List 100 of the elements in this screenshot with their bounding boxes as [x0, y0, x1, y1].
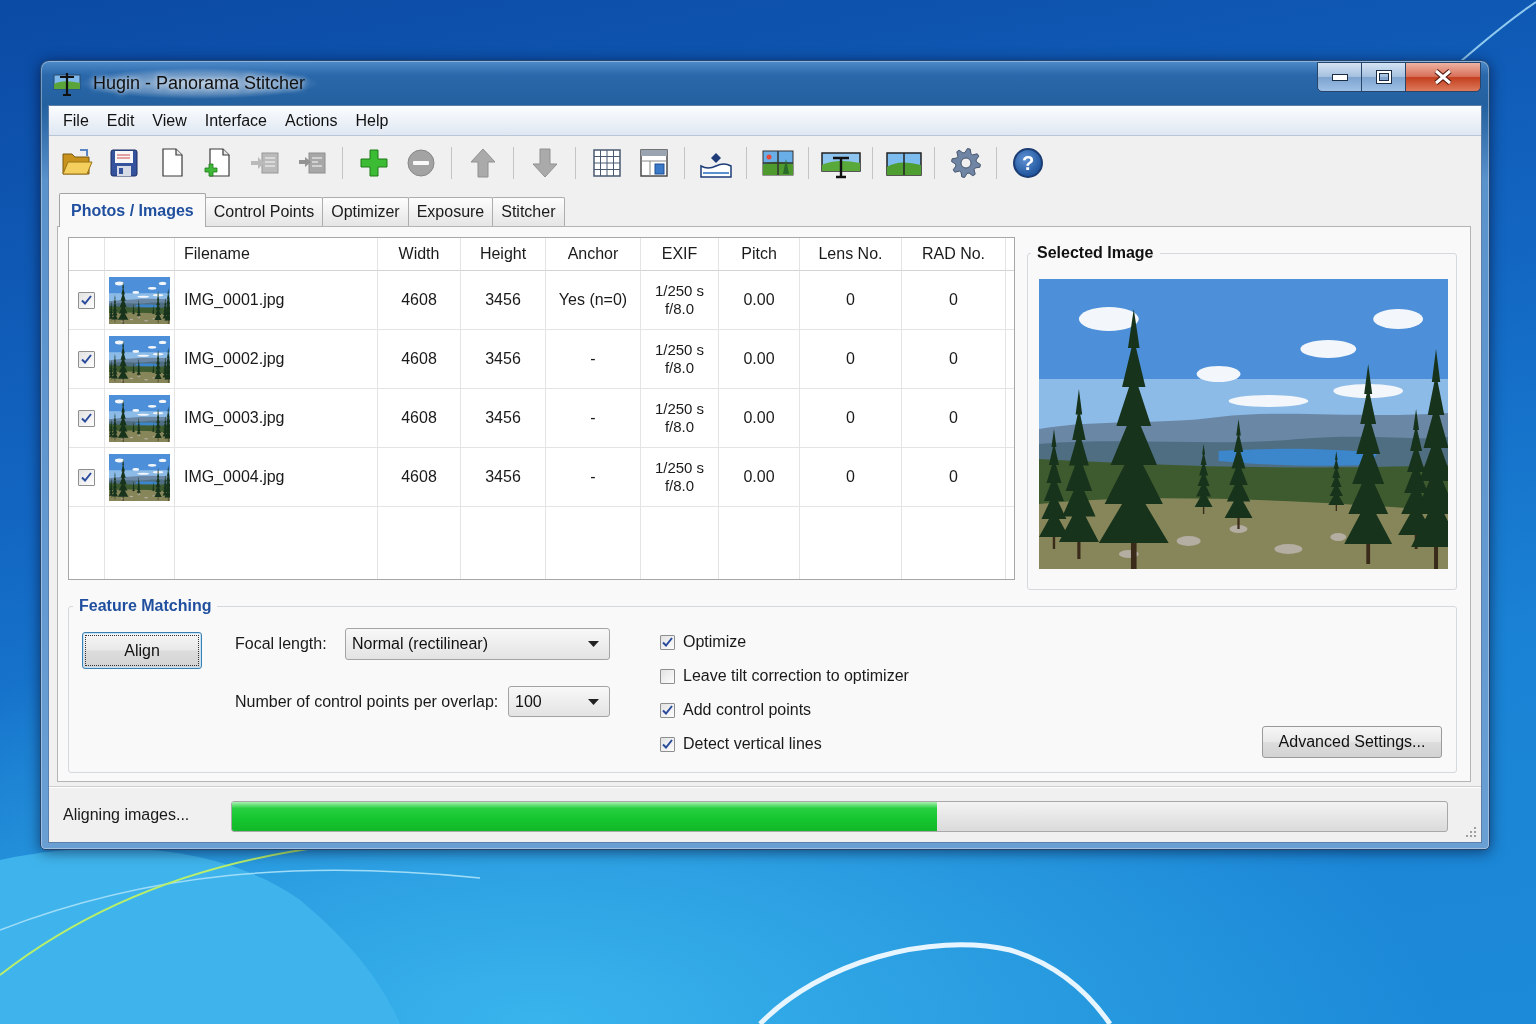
dropdown[interactable]: Normal (rectilinear): [345, 628, 610, 660]
caret-icon: [588, 641, 599, 647]
column-header[interactable]: Height: [461, 238, 546, 271]
menu-item[interactable]: Edit: [97, 108, 144, 133]
grid-icon: [591, 147, 623, 179]
table-cell: 3456: [461, 389, 546, 448]
advanced-settings-button[interactable]: Advanced Settings...: [1262, 726, 1442, 758]
checkbox[interactable]: [78, 291, 95, 309]
settings-icon: [950, 147, 982, 179]
resize-grip-icon[interactable]: [1465, 826, 1477, 838]
table-cell: 0.00: [719, 448, 800, 507]
checkbox[interactable]: [78, 409, 95, 427]
table-cell: 3456: [461, 271, 546, 330]
tab[interactable]: Stitcher: [492, 197, 565, 226]
table-cell: 0: [800, 389, 902, 448]
table-cell: 4608: [378, 330, 461, 389]
checkbox-label[interactable]: Optimize: [683, 633, 747, 651]
check-icon: [662, 705, 673, 715]
maximize-icon: [1375, 70, 1392, 84]
column-header[interactable]: Filename: [175, 238, 378, 271]
menu-item[interactable]: Actions: [276, 108, 347, 133]
checkbox[interactable]: [660, 736, 675, 752]
menu-item[interactable]: Interface: [195, 108, 276, 133]
maximize-button[interactable]: [1361, 62, 1406, 92]
group-title: Selected Image: [1036, 243, 1155, 263]
check-icon: [662, 637, 673, 647]
table-cell: 0: [902, 271, 1006, 330]
column-header[interactable]: Pitch: [719, 238, 800, 271]
minus-circle-icon: [405, 147, 437, 179]
check-icon: [662, 739, 673, 749]
table-cell: 0.00: [719, 271, 800, 330]
table-cell: 0: [902, 330, 1006, 389]
menu-item[interactable]: Help: [346, 108, 398, 133]
table-cell: 1/250 s f/8.0: [641, 389, 719, 448]
checkbox-label[interactable]: Leave tilt correction to optimizer: [683, 667, 909, 685]
status-text: Aligning images...: [62, 805, 191, 824]
table-cell: Yes (n=0): [546, 271, 641, 330]
menu-item[interactable]: File: [54, 108, 98, 133]
plus-icon: [358, 147, 390, 179]
check-icon: [81, 295, 92, 305]
checkbox-label[interactable]: Add control points: [683, 701, 812, 719]
table-cell: IMG_0001.jpg: [175, 271, 378, 330]
check-icon: [81, 472, 92, 482]
checkbox[interactable]: [660, 668, 675, 684]
table-cell: 0: [800, 330, 902, 389]
column-header[interactable]: Anchor: [546, 238, 641, 271]
field-label: Focal length:: [235, 635, 327, 653]
field-label: Number of control points per overlap:: [235, 692, 499, 711]
group-title: Feature Matching: [78, 596, 213, 616]
table-cell: IMG_0003.jpg: [175, 389, 378, 448]
table-cell: 0: [902, 448, 1006, 507]
image-mosaic-icon: [761, 147, 795, 179]
panorama-icon: [53, 70, 81, 97]
align-button[interactable]: Align: [82, 632, 202, 669]
table-cell: IMG_0002.jpg: [175, 330, 378, 389]
close-button[interactable]: [1405, 62, 1481, 92]
tab[interactable]: Exposure: [407, 197, 494, 226]
table-cell: 4608: [378, 271, 461, 330]
minimize-icon: [1331, 73, 1348, 81]
close-icon: [1433, 69, 1453, 85]
window-title: Hugin - Panorama Stitcher: [79, 68, 320, 99]
checkbox[interactable]: [660, 634, 675, 650]
table-cell: 0: [902, 389, 1006, 448]
table-cell: 0: [800, 448, 902, 507]
landscape-thumbnail-drawing: [109, 394, 170, 442]
window-icon: [638, 147, 670, 179]
table-cell: 4608: [378, 448, 461, 507]
table-cell: 0.00: [719, 389, 800, 448]
table-cell: IMG_0004.jpg: [175, 448, 378, 507]
column-header[interactable]: Width: [378, 238, 461, 271]
landscape-thumbnail-drawing: [109, 276, 170, 324]
checkbox-label[interactable]: Detect vertical lines: [683, 735, 822, 753]
column-header[interactable]: EXIF: [641, 238, 719, 271]
check-icon: [81, 354, 92, 364]
table-cell: 1/250 s f/8.0: [641, 271, 719, 330]
minimize-button[interactable]: [1317, 62, 1362, 92]
landscape-thumbnail-drawing: [109, 335, 170, 383]
menu-item[interactable]: View: [143, 108, 196, 133]
table-cell: 4608: [378, 389, 461, 448]
caret-icon: [588, 698, 599, 705]
column-header[interactable]: Lens No.: [800, 238, 902, 271]
table-cell: 3456: [461, 330, 546, 389]
tab[interactable]: Control Points: [204, 197, 324, 226]
tab[interactable]: Optimizer: [322, 197, 409, 226]
checkbox[interactable]: [660, 702, 675, 718]
landscape-thumbnail-drawing: [109, 453, 170, 501]
dropdown[interactable]: 100: [508, 686, 610, 717]
checkbox[interactable]: [78, 350, 95, 368]
table-cell: -: [546, 389, 641, 448]
table-cell: 1/250 s f/8.0: [641, 448, 719, 507]
table-cell: 3456: [461, 448, 546, 507]
checkbox[interactable]: [78, 468, 95, 486]
table-cell: -: [546, 448, 641, 507]
table-cell: 0.00: [719, 330, 800, 389]
column-header[interactable]: RAD No.: [902, 238, 1006, 271]
tab[interactable]: Photos / Images: [59, 193, 206, 227]
table-cell: 1/250 s f/8.0: [641, 330, 719, 389]
table-cell: 0: [800, 271, 902, 330]
check-icon: [81, 413, 92, 423]
table-cell: -: [546, 330, 641, 389]
